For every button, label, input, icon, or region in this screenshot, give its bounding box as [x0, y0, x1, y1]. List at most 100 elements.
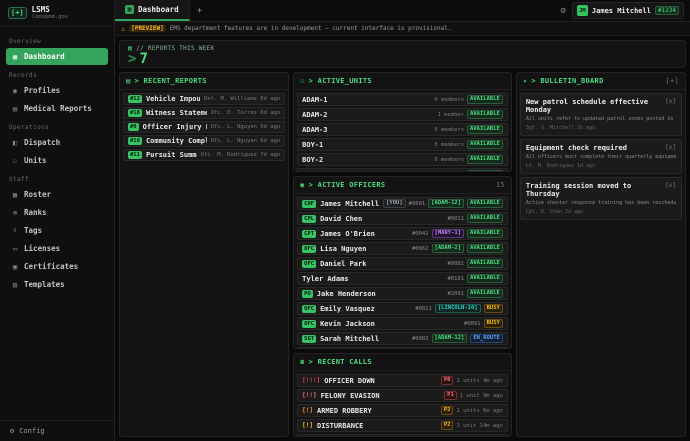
bulletin-card[interactable]: Equipment check required [x] All officer… — [520, 139, 682, 174]
unit-row[interactable]: ADAM-1 0 members AVAILABLE — [297, 93, 508, 106]
report-row[interactable]: #16 Community Complaint Response Ofc. L.… — [123, 135, 285, 147]
report-row[interactable]: #11 Pursuit Summary Report Ofc. M. Rodri… — [123, 149, 285, 161]
sidebar-item-label: Licenses — [24, 244, 60, 253]
rank-badge: CHF — [302, 200, 316, 208]
units-list[interactable]: ADAM-1 0 members AVAILABLE ADAM-2 1 memb… — [294, 90, 511, 171]
officer-row[interactable]: CPL David Chen #0011 AVAILABLE — [297, 212, 508, 225]
call-row[interactable]: [!!] FELONY EVASION P1 1 unit 9m ago — [297, 389, 508, 402]
officer-row[interactable]: OFC Lisa Nguyen #0062 [ADAM-2] AVAILABLE — [297, 242, 508, 255]
main-area: ▦ Dashboard + ⚙ JM James Mitchell #1234 … — [115, 0, 690, 441]
unit-status-badge: AVAILABLE — [467, 155, 503, 164]
units-icon: ⚇ — [300, 77, 305, 85]
officer-row[interactable]: CHF James Mitchell [YOU] #0001 [ADAM-12]… — [297, 197, 508, 210]
unit-row[interactable]: ADAM-2 1 member AVAILABLE — [297, 108, 508, 121]
sidebar-item-medical-reports[interactable]: ▤ Medical Reports — [6, 100, 108, 117]
unit-status-badge: AVAILABLE — [467, 140, 503, 149]
report-row[interactable]: #9 Officer Injury Report Ofc. L. Nguyen … — [123, 121, 285, 133]
priority-badge: P2 — [441, 421, 454, 430]
officer-row[interactable]: CPT James O'Brien #0042 [MARY-1] AVAILAB… — [297, 227, 508, 240]
officer-status-badge: BUSY — [484, 304, 503, 313]
preview-tag: [PREVIEW] — [129, 25, 166, 32]
report-row[interactable]: #12 Vehicle Impound Report Det. M. Willi… — [123, 93, 285, 105]
officer-icon: ◉ — [300, 181, 305, 189]
unit-row[interactable]: ADAM-3 0 members AVAILABLE — [297, 123, 508, 136]
you-badge: [YOU] — [383, 199, 406, 208]
officer-row[interactable]: PO Jake Henderson #2001 AVAILABLE — [297, 287, 508, 300]
brand-logo: [+] LSMS lsmspmd.gov — [0, 0, 114, 27]
sidebar-item-ranks[interactable]: ⊕ Ranks — [6, 204, 108, 221]
call-row[interactable]: [!] DISTURBANCE P2 1 unit 14m ago — [297, 419, 508, 432]
officer-status-badge: AVAILABLE — [467, 199, 503, 208]
sidebar-item-certificates[interactable]: ▣ Certificates — [6, 258, 108, 275]
sidebar-item-label: Roster — [24, 190, 51, 199]
bulletin-card[interactable]: New patrol schedule effective Monday [x]… — [520, 93, 682, 136]
officer-row[interactable]: SGT Sarah Mitchell #0002 [ADAM-12] EN_RO… — [297, 332, 508, 345]
file-icon: ▤ — [11, 105, 19, 113]
prompt-symbol: > — [128, 51, 136, 67]
calls-list: [!!!] OFFICER DOWN P0 2 units 4m ago [!!… — [294, 371, 511, 436]
sidebar-item-licenses[interactable]: ▭ Licenses — [6, 240, 108, 257]
settings-gear-icon[interactable]: ⚙ — [561, 6, 566, 16]
sidebar-item-config[interactable]: ⚙ Config — [0, 420, 114, 441]
priority-badge: P0 — [441, 376, 454, 385]
dismiss-bulletin-button[interactable]: [x] — [665, 144, 676, 151]
gear-icon: ⚙ — [10, 427, 14, 435]
panel-title: > BULLETIN_BOARD — [531, 77, 603, 85]
avatar: JM — [577, 5, 588, 16]
officer-row[interactable]: OFC Michael Torres #0050 EN_ROUTE — [297, 347, 508, 348]
topbar: ▦ Dashboard + ⚙ JM James Mitchell #1234 — [115, 0, 690, 22]
brand-logo-icon: [+] — [8, 7, 27, 19]
sidebar-item-profiles[interactable]: ◉ Profiles — [6, 82, 108, 99]
tab-dashboard[interactable]: ▦ Dashboard — [115, 0, 190, 21]
call-row[interactable]: [·] 911 HANGUP P3 0 units 4m ago — [297, 434, 508, 436]
sidebar-item-label: Medical Reports — [24, 104, 92, 113]
bulletin-card[interactable]: Training session moved to Thursday [x] A… — [520, 177, 682, 220]
call-priority-glyph: [!!!] — [302, 377, 320, 384]
officer-row[interactable]: OFC Daniel Park #0081 AVAILABLE — [297, 257, 508, 270]
officer-status-badge: BUSY — [484, 319, 503, 328]
sidebar-nav: Overview ▦ Dashboard Records ◉ Profiles … — [0, 27, 114, 420]
panel-title: > RECENT CALLS — [309, 358, 372, 366]
sidebar-item-units[interactable]: ⚇ Units — [6, 152, 108, 169]
rank-badge: SGT — [302, 335, 316, 343]
officer-row[interactable]: OFC Kevin Jackson #0091 BUSY — [297, 317, 508, 330]
sidebar-item-tags[interactable]: ⬨ Tags — [6, 222, 108, 239]
officer-row[interactable]: Tyler Adams #0101 AVAILABLE — [297, 272, 508, 285]
sidebar-item-label: Certificates — [24, 262, 78, 271]
reports-week-count: >7 — [128, 52, 677, 66]
dismiss-bulletin-button[interactable]: [x] — [665, 182, 676, 189]
unit-status-badge: AVAILABLE — [467, 125, 503, 134]
recent-calls-panel: ☎ > RECENT CALLS [!!!] OFFICER DOWN P0 2… — [293, 353, 512, 437]
folder-icon: ▤ — [126, 77, 131, 85]
sidebar-item-label: Ranks — [24, 208, 47, 217]
radio-icon: ◧ — [11, 139, 19, 147]
sidebar-item-templates[interactable]: ▥ Templates — [6, 276, 108, 293]
call-row[interactable]: [!!!] OFFICER DOWN P0 2 units 4m ago — [297, 374, 508, 387]
unit-row[interactable]: BOY-1 0 members AVAILABLE — [297, 138, 508, 151]
officer-status-badge: EN_ROUTE — [470, 334, 503, 343]
officer-row[interactable]: OFC Emily Vasquez #0021 [LINCOLN-10] BUS… — [297, 302, 508, 315]
template-icon: ▥ — [11, 281, 19, 289]
brand-name: LSMS — [32, 6, 68, 14]
report-id-badge: #16 — [128, 137, 142, 145]
call-row[interactable]: [!] ARMED ROBBERY P2 2 units 6m ago — [297, 404, 508, 417]
report-row[interactable]: #18 Witness Statement Summary Ofc. D. To… — [123, 107, 285, 119]
report-id-badge: #18 — [128, 109, 142, 117]
reports-this-week-panel: ▤ // REPORTS THIS WEEK >7 — [119, 40, 686, 68]
sidebar-item-roster[interactable]: ▦ Roster — [6, 186, 108, 203]
sidebar-item-label: Profiles — [24, 86, 60, 95]
officers-list[interactable]: CHF James Mitchell [YOU] #0001 [ADAM-12]… — [294, 194, 511, 348]
unit-status-badge: AVAILABLE — [467, 110, 503, 119]
call-priority-glyph: [!] — [302, 407, 313, 414]
user-chip[interactable]: JM James Mitchell #1234 — [572, 2, 684, 19]
new-tab-button[interactable]: + — [190, 0, 210, 21]
rank-badge: CPT — [302, 230, 316, 238]
add-bulletin-button[interactable]: [+] — [665, 77, 679, 85]
unit-row[interactable]: BOY-2 0 members AVAILABLE — [297, 153, 508, 166]
unit-row[interactable]: ADAM-12 2 members AVAILABLE — [297, 168, 508, 171]
section-label-staff: Staff — [9, 176, 105, 183]
sidebar-item-dashboard[interactable]: ▦ Dashboard — [6, 48, 108, 65]
report-id-badge: #12 — [128, 95, 142, 103]
sidebar-item-dispatch[interactable]: ◧ Dispatch — [6, 134, 108, 151]
dismiss-bulletin-button[interactable]: [x] — [665, 98, 676, 105]
